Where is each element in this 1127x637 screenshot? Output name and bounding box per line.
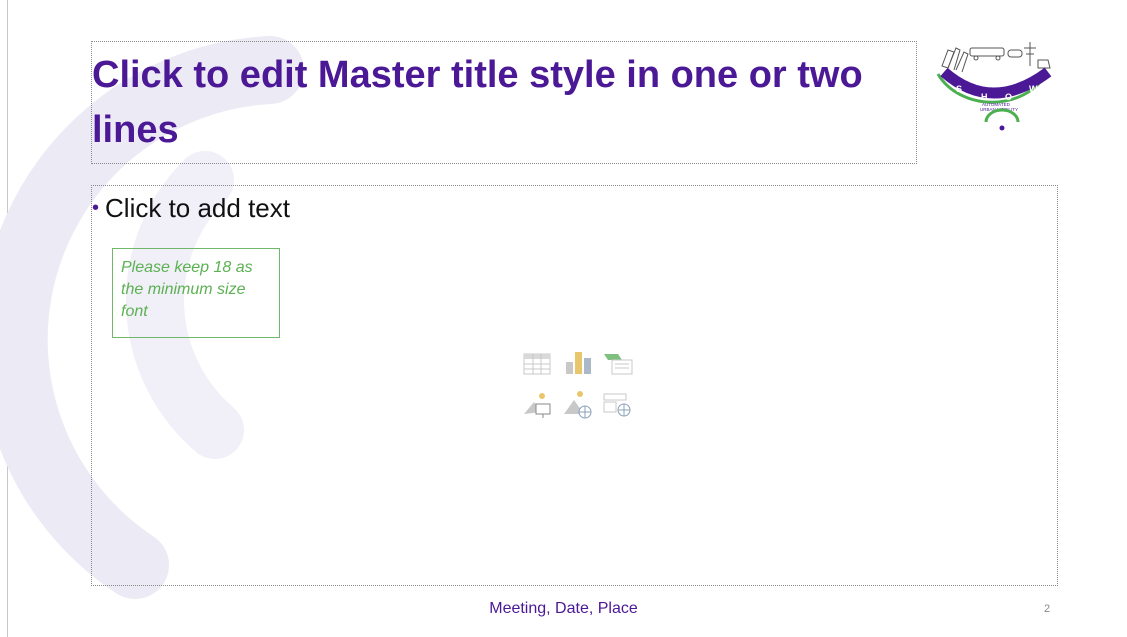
insert-smartart-icon[interactable] [600,348,636,382]
content-placeholder[interactable]: • Click to add text Please keep 18 as the… [91,185,1058,586]
slide-number: 2 [1044,603,1051,615]
bullet-text: Click to add text [105,193,290,223]
bullet-item: • Click to add text [92,191,290,225]
logo-letter-s: S [956,84,962,94]
content-insert-icons [520,348,638,426]
footer-meeting-info: Meeting, Date, Place [489,600,638,617]
bullet-icon: • [92,197,100,219]
insert-chart-icon[interactable] [560,348,596,382]
insert-video-icon[interactable] [600,388,636,422]
insert-picture-icon[interactable] [520,388,556,422]
logo-letter-w: W [1029,84,1038,94]
insert-online-picture-icon[interactable] [560,388,596,422]
title-placeholder[interactable]: Click to edit Master title style in one … [91,41,917,164]
show-logo: S H O W AUTOMATED URBAN MOBILITY [936,42,1052,131]
slide-title: Click to edit Master title style in one … [92,54,863,151]
font-size-note: Please keep 18 as the minimum size font [112,248,280,338]
insert-table-icon[interactable] [520,348,556,382]
logo-letter-o: O [1005,92,1012,102]
logo-letter-h: H [981,92,988,102]
